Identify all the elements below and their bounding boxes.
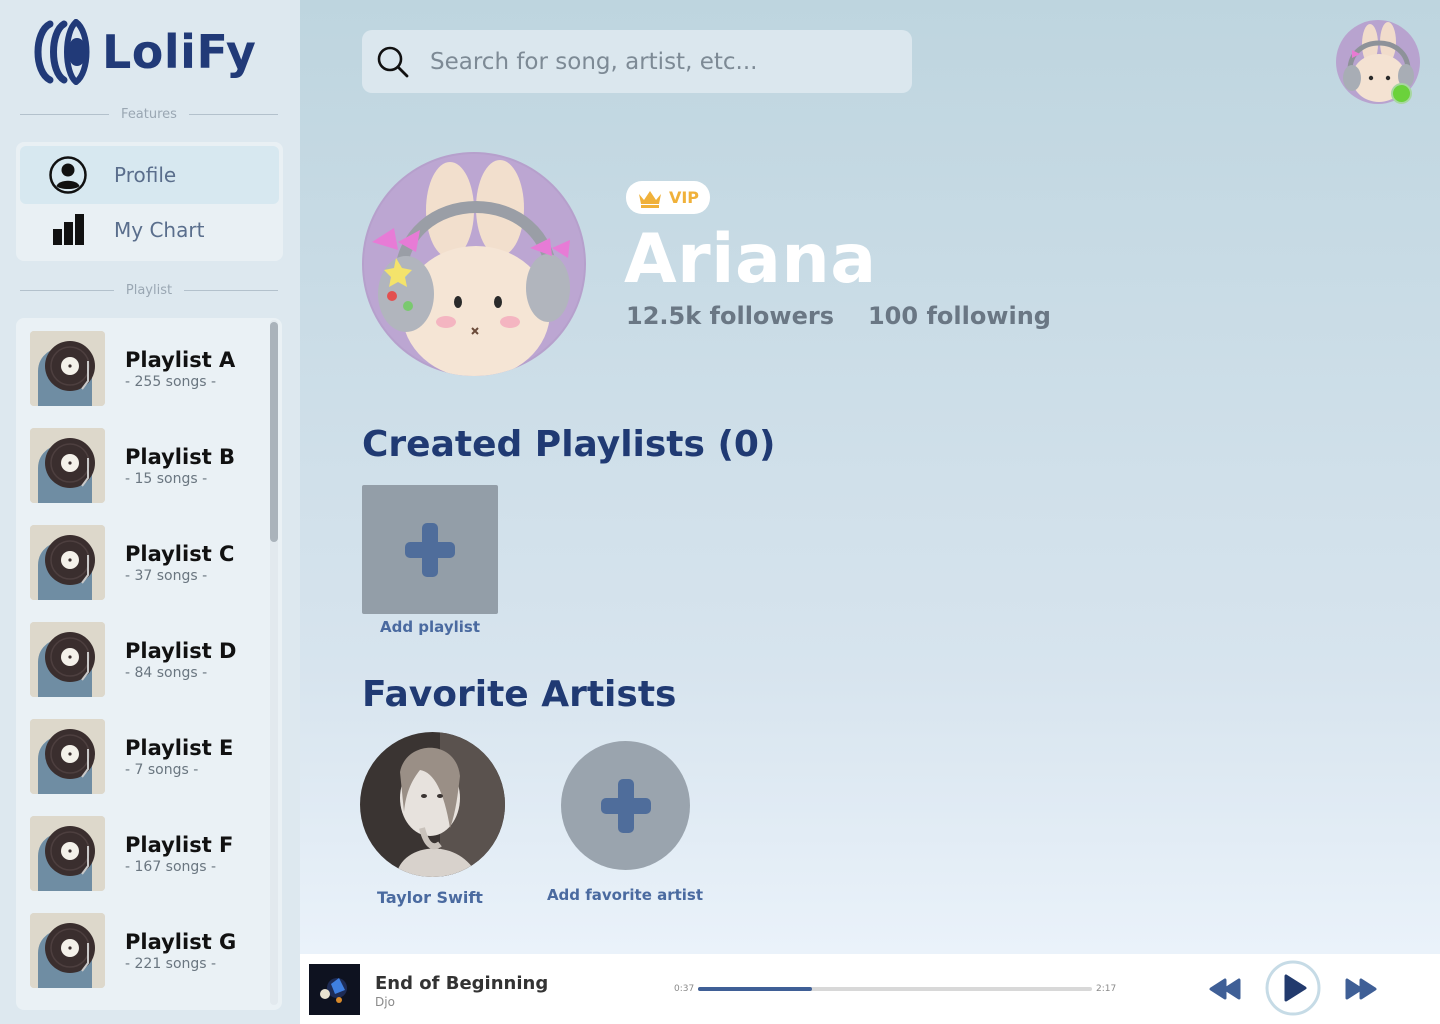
playlist-item[interactable]: Playlist F - 167 songs - (30, 816, 270, 891)
playlist-item[interactable]: Playlist B - 15 songs - (30, 428, 270, 503)
playlist-cover (30, 913, 105, 988)
fast-forward-button[interactable] (1344, 974, 1378, 1004)
scrollbar-thumb[interactable] (270, 322, 278, 542)
playlist-name: Playlist G (125, 929, 237, 954)
playlist-song-count: - 167 songs - (125, 858, 217, 875)
playlist-item[interactable]: Playlist A - 255 songs - (30, 331, 270, 406)
artist-name[interactable]: Taylor Swift (360, 888, 500, 907)
progress-fill (698, 987, 813, 991)
player-bar: End of Beginning Djo 0:37 2:17 (300, 954, 1440, 1024)
playlist-song-count: - 15 songs - (125, 470, 208, 487)
playlist-text: Playlist E - 7 songs - (125, 736, 233, 778)
playlist-item[interactable]: Playlist D - 84 songs - (30, 622, 270, 697)
features-heading: Features (121, 106, 177, 122)
playlist-cover (30, 816, 105, 891)
playlist-name: Playlist E (125, 735, 234, 760)
rewind-button[interactable] (1208, 974, 1242, 1004)
sidebar: LoliFy Features Profile My Chart Playlis… (0, 0, 300, 1024)
search-bar[interactable] (362, 30, 912, 93)
play-icon (1265, 960, 1321, 1016)
favorite-artists-title: Favorite Artists (362, 674, 677, 715)
profile-avatar (362, 152, 586, 376)
add-playlist-label[interactable]: Add playlist (362, 618, 498, 636)
rewind-icon (1209, 978, 1241, 1000)
playlist-song-count: - 84 songs - (125, 664, 208, 681)
playlist-song-count: - 7 songs - (125, 761, 199, 778)
add-playlist-button[interactable] (362, 485, 498, 614)
playlist-item[interactable]: Playlist G - 221 songs - (30, 913, 270, 988)
playlist-text: Playlist G - 221 songs - (125, 930, 236, 972)
bar-chart-icon (48, 210, 88, 250)
crown-icon (638, 190, 661, 208)
playlist-cover (30, 525, 105, 600)
vip-badge: VIP (626, 181, 710, 214)
playlist-name: Playlist C (125, 541, 235, 566)
playlist-cover (30, 428, 105, 503)
playlist-name: Playlist B (125, 444, 236, 469)
now-playing-title: End of Beginning (375, 973, 549, 994)
playlist-text: Playlist A - 255 songs - (125, 348, 235, 390)
fast-forward-icon (1345, 978, 1377, 1000)
elapsed-time: 0:37 (674, 984, 695, 994)
playlist-name: Playlist A (125, 347, 236, 372)
profile-name: Ariana (624, 220, 877, 299)
plus-icon (600, 778, 651, 833)
playlist-text: Playlist F - 167 songs - (125, 833, 233, 875)
playlist-text: Playlist D - 84 songs - (125, 639, 236, 681)
vip-label: VIP (668, 188, 700, 207)
playlist-list: Playlist A - 255 songs - Playlist B - 15… (16, 318, 282, 1010)
add-favorite-artist-button[interactable] (561, 741, 690, 870)
play-button[interactable] (1265, 960, 1321, 1016)
artist-avatar[interactable] (360, 732, 505, 877)
sidebar-item-label: My Chart (114, 218, 205, 242)
main-content: VIP Ariana 12.5k followers 100 following… (300, 0, 1440, 954)
playlist-scrollbar[interactable] (270, 320, 278, 1005)
features-menu: Profile My Chart (16, 142, 283, 261)
playlist-song-count: - 37 songs - (125, 567, 208, 584)
playlist-cover (30, 719, 105, 794)
sound-wave-logo-icon (34, 19, 90, 85)
now-playing-cover[interactable] (309, 964, 360, 1015)
plus-icon (405, 522, 455, 577)
add-favorite-artist-label[interactable]: Add favorite artist (545, 886, 705, 904)
playlist-song-count: - 221 songs - (125, 955, 217, 972)
duration-time: 2:17 (1096, 984, 1117, 994)
profile-stats: 12.5k followers 100 following (626, 302, 1085, 330)
playlist-text: Playlist B - 15 songs - (125, 445, 235, 487)
progress-bar[interactable] (698, 987, 1092, 991)
playlist-heading: Playlist (125, 282, 173, 298)
online-status-indicator (1391, 83, 1412, 104)
features-divider: Features (20, 106, 278, 122)
sidebar-item-label: Profile (114, 163, 177, 187)
app-logo[interactable]: LoliFy (30, 18, 256, 86)
sidebar-item-profile[interactable]: Profile (20, 146, 279, 204)
playlist-name: Playlist F (125, 832, 234, 857)
search-icon (377, 46, 409, 77)
playlist-divider: Playlist (20, 282, 278, 298)
created-playlists-title: Created Playlists (0) (362, 424, 776, 465)
playlist-cover (30, 331, 105, 406)
playlist-text: Playlist C - 37 songs - (125, 542, 234, 584)
playlist-name: Playlist D (125, 638, 237, 663)
profile-icon (48, 155, 88, 195)
search-input[interactable] (430, 48, 890, 75)
playlist-item[interactable]: Playlist C - 37 songs - (30, 525, 270, 600)
followers-count[interactable]: 12.5k followers (626, 302, 834, 330)
app-name: LoliFy (102, 25, 257, 79)
playlist-song-count: - 255 songs - (125, 373, 217, 390)
playlist-item[interactable]: Playlist E - 7 songs - (30, 719, 270, 794)
now-playing-artist[interactable]: Djo (375, 995, 395, 1009)
following-count[interactable]: 100 following (868, 302, 1051, 330)
sidebar-item-my-chart[interactable]: My Chart (20, 201, 279, 259)
playlist-cover (30, 622, 105, 697)
